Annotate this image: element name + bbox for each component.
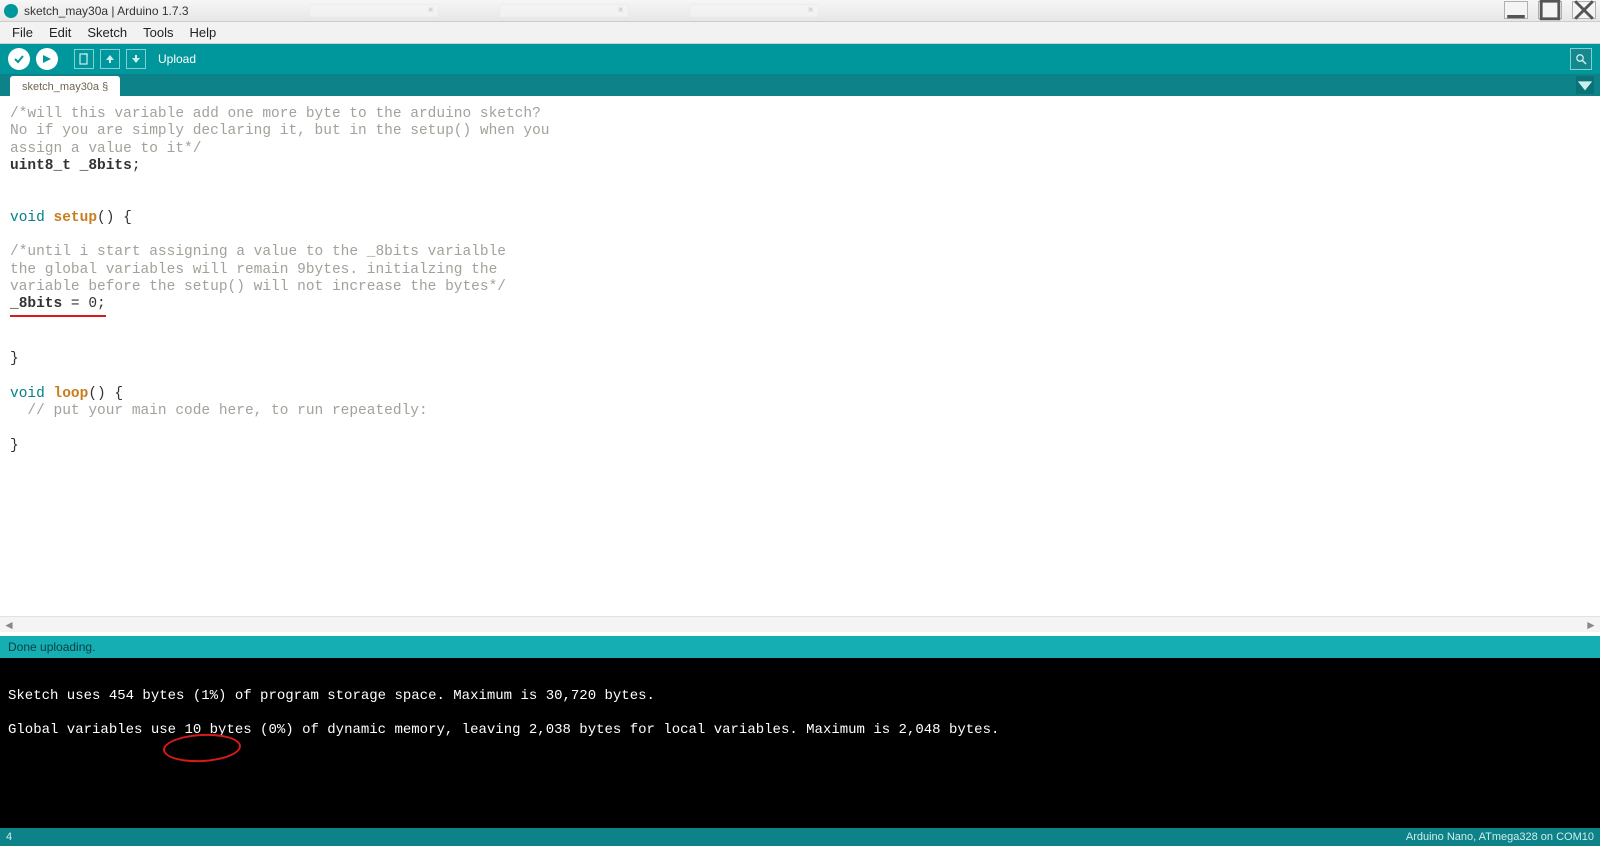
- build-console[interactable]: Sketch uses 454 bytes (1%) of program st…: [0, 658, 1600, 828]
- code-loop-fn: loop: [54, 386, 89, 402]
- code-brace-close2: }: [10, 438, 19, 454]
- tabstrip: sketch_may30a §: [0, 74, 1600, 96]
- code-setup-open: () {: [97, 210, 132, 226]
- console-line2-prefix: Global variables use: [8, 722, 184, 738]
- open-sketch-button[interactable]: [100, 49, 120, 69]
- code-loop-comment: // put your main code here, to run repea…: [10, 403, 428, 419]
- menu-edit[interactable]: Edit: [43, 23, 77, 42]
- arrow-up-icon: [104, 53, 116, 65]
- arduino-app-icon: [4, 4, 18, 18]
- chevron-down-icon: [1576, 76, 1594, 94]
- menubar: File Edit Sketch Tools Help: [0, 22, 1600, 44]
- scroll-left-arrow-icon[interactable]: ◄: [2, 618, 16, 632]
- verify-button[interactable]: [8, 48, 30, 70]
- close-button[interactable]: [1572, 1, 1596, 19]
- check-icon: [13, 53, 25, 65]
- toolbar: Upload: [0, 44, 1600, 74]
- code-void1: void: [10, 210, 45, 226]
- console-line1: Sketch uses 454 bytes (1%) of program st…: [8, 688, 655, 704]
- background-browser-tabs: × × ×: [309, 4, 819, 18]
- footer-line-number: 4: [6, 831, 12, 843]
- footer-bar: 4 Arduino Nano, ATmega328 on COM10: [0, 828, 1600, 846]
- magnifier-icon: [1575, 53, 1587, 65]
- upload-button[interactable]: [36, 48, 58, 70]
- maximize-button[interactable]: [1538, 1, 1562, 19]
- code-editor-wrap: /*will this variable add one more byte t…: [0, 96, 1600, 636]
- status-bar: Done uploading.: [0, 636, 1600, 658]
- code-assign-lhs: _8bits: [10, 296, 62, 312]
- code-assign-semi: ;: [97, 296, 106, 312]
- console-line2-suffix: (0%) of dynamic memory, leaving 2,038 by…: [252, 722, 1000, 738]
- arrow-down-icon: [130, 53, 142, 65]
- code-brace-close1: }: [10, 351, 19, 367]
- save-sketch-button[interactable]: [126, 49, 146, 69]
- code-editor[interactable]: /*will this variable add one more byte t…: [0, 96, 1594, 616]
- window-titlebar: sketch_may30a | Arduino 1.7.3 × × ×: [0, 0, 1600, 22]
- file-icon: [78, 53, 90, 65]
- arrow-right-icon: [41, 53, 53, 65]
- code-comment-mid: /*until i start assigning a value to the…: [10, 244, 506, 295]
- file-tab[interactable]: sketch_may30a §: [10, 76, 120, 96]
- menu-tools[interactable]: Tools: [137, 23, 179, 42]
- code-decl-type: uint8_t: [10, 158, 71, 174]
- scroll-right-arrow-icon[interactable]: ►: [1584, 618, 1598, 632]
- menu-sketch[interactable]: Sketch: [81, 23, 133, 42]
- status-text: Done uploading.: [8, 640, 95, 654]
- serial-monitor-button[interactable]: [1570, 48, 1592, 70]
- menu-file[interactable]: File: [6, 23, 39, 42]
- code-decl-name: _8bits: [80, 158, 132, 174]
- code-comment-top: /*will this variable add one more byte t…: [10, 106, 550, 157]
- toolbar-action-label: Upload: [158, 52, 196, 66]
- minimize-button[interactable]: [1504, 1, 1528, 19]
- footer-board-port: Arduino Nano, ATmega328 on COM10: [1406, 831, 1594, 843]
- code-loop-open: () {: [88, 386, 123, 402]
- code-void2: void: [10, 386, 45, 402]
- code-assign-rhs: 0: [88, 296, 97, 312]
- file-tab-label: sketch_may30a §: [22, 81, 108, 93]
- editor-horizontal-scrollbar[interactable]: ◄ ►: [0, 616, 1600, 632]
- tab-menu-button[interactable]: [1576, 76, 1594, 94]
- code-semicolon: ;: [132, 158, 141, 174]
- new-sketch-button[interactable]: [74, 49, 94, 69]
- code-assign-eq: =: [62, 296, 88, 312]
- window-title: sketch_may30a | Arduino 1.7.3: [24, 4, 189, 18]
- code-setup-fn: setup: [54, 210, 98, 226]
- menu-help[interactable]: Help: [183, 23, 222, 42]
